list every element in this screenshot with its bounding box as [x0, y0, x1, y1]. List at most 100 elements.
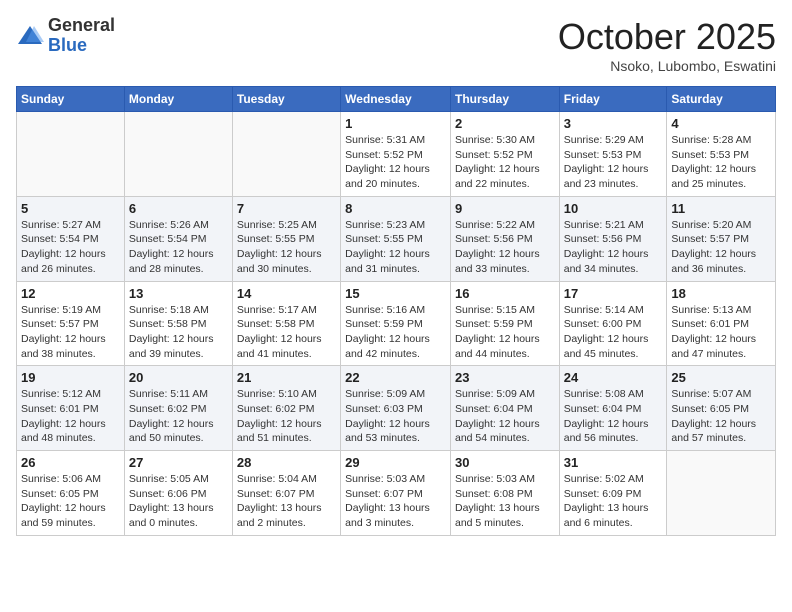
- day-info: Sunrise: 5:23 AMSunset: 5:55 PMDaylight:…: [345, 218, 446, 277]
- day-number: 5: [21, 201, 120, 216]
- day-number: 9: [455, 201, 555, 216]
- calendar-cell: [232, 112, 340, 197]
- day-number: 31: [564, 455, 663, 470]
- day-info: Sunrise: 5:29 AMSunset: 5:53 PMDaylight:…: [564, 133, 663, 192]
- day-number: 23: [455, 370, 555, 385]
- calendar-cell: [667, 451, 776, 536]
- calendar-cell: [124, 112, 232, 197]
- day-info: Sunrise: 5:02 AMSunset: 6:09 PMDaylight:…: [564, 472, 663, 531]
- day-number: 4: [671, 116, 771, 131]
- day-number: 10: [564, 201, 663, 216]
- day-number: 2: [455, 116, 555, 131]
- day-info: Sunrise: 5:11 AMSunset: 6:02 PMDaylight:…: [129, 387, 228, 446]
- day-info: Sunrise: 5:03 AMSunset: 6:08 PMDaylight:…: [455, 472, 555, 531]
- logo-icon: [16, 22, 44, 50]
- day-number: 16: [455, 286, 555, 301]
- calendar-cell: [17, 112, 125, 197]
- calendar-week-3: 12Sunrise: 5:19 AMSunset: 5:57 PMDayligh…: [17, 281, 776, 366]
- calendar-cell: 21Sunrise: 5:10 AMSunset: 6:02 PMDayligh…: [232, 366, 340, 451]
- calendar-week-5: 26Sunrise: 5:06 AMSunset: 6:05 PMDayligh…: [17, 451, 776, 536]
- calendar-cell: 17 Sunrise: 5:14 AMSunset: 6:00 PMDayligh…: [559, 281, 667, 366]
- day-info: Sunrise: 5:05 AMSunset: 6:06 PMDaylight:…: [129, 472, 228, 531]
- title-block: October 2025 Nsoko, Lubombo, Eswatini: [558, 16, 776, 74]
- day-info: Sunrise: 5:22 AMSunset: 5:56 PMDaylight:…: [455, 218, 555, 277]
- day-number: 27: [129, 455, 228, 470]
- location: Nsoko, Lubombo, Eswatini: [558, 58, 776, 74]
- day-number: 25: [671, 370, 771, 385]
- day-number: 18: [671, 286, 771, 301]
- header-tuesday: Tuesday: [232, 87, 340, 112]
- calendar-cell: 7Sunrise: 5:25 AMSunset: 5:55 PMDaylight…: [232, 196, 340, 281]
- calendar-cell: 25 Sunrise: 5:07 AMSunset: 6:05 PMDayligh…: [667, 366, 776, 451]
- day-info: Sunrise: 5:03 AMSunset: 6:07 PMDaylight:…: [345, 472, 446, 531]
- day-info: Sunrise: 5:16 AMSunset: 5:59 PMDaylight:…: [345, 303, 446, 362]
- calendar-week-2: 5 Sunrise: 5:27 AMSunset: 5:54 PMDaylight…: [17, 196, 776, 281]
- header-friday: Friday: [559, 87, 667, 112]
- logo-blue: Blue: [48, 36, 115, 56]
- calendar-cell: 23Sunrise: 5:09 AMSunset: 6:04 PMDayligh…: [450, 366, 559, 451]
- day-number: 15: [345, 286, 446, 301]
- day-info: Sunrise: 5:21 AMSunset: 5:56 PMDaylight:…: [564, 218, 663, 277]
- day-number: 24: [564, 370, 663, 385]
- logo-text: General Blue: [48, 16, 115, 56]
- page-header: General Blue October 2025 Nsoko, Lubombo…: [16, 16, 776, 74]
- day-number: 14: [237, 286, 336, 301]
- day-number: 28: [237, 455, 336, 470]
- day-info: Sunrise: 5:20 AMSunset: 5:57 PMDaylight:…: [671, 218, 771, 277]
- calendar-cell: 12Sunrise: 5:19 AMSunset: 5:57 PMDayligh…: [17, 281, 125, 366]
- calendar-cell: 26Sunrise: 5:06 AMSunset: 6:05 PMDayligh…: [17, 451, 125, 536]
- day-info: Sunrise: 5:07 AMSunset: 6:05 PMDaylight:…: [671, 387, 771, 446]
- calendar-cell: 22 Sunrise: 5:09 AMSunset: 6:03 PMDayligh…: [341, 366, 451, 451]
- header-wednesday: Wednesday: [341, 87, 451, 112]
- day-info: Sunrise: 5:08 AMSunset: 6:04 PMDaylight:…: [564, 387, 663, 446]
- calendar-week-1: 1 Sunrise: 5:31 AMSunset: 5:52 PMDaylight…: [17, 112, 776, 197]
- calendar-cell: 29 Sunrise: 5:03 AMSunset: 6:07 PMDayligh…: [341, 451, 451, 536]
- calendar-cell: 16 Sunrise: 5:15 AMSunset: 5:59 PMDayligh…: [450, 281, 559, 366]
- day-number: 26: [21, 455, 120, 470]
- header-thursday: Thursday: [450, 87, 559, 112]
- calendar-cell: 9 Sunrise: 5:22 AMSunset: 5:56 PMDaylight…: [450, 196, 559, 281]
- day-number: 22: [345, 370, 446, 385]
- calendar-cell: 20Sunrise: 5:11 AMSunset: 6:02 PMDayligh…: [124, 366, 232, 451]
- day-info: Sunrise: 5:14 AMSunset: 6:00 PMDaylight:…: [564, 303, 663, 362]
- calendar-cell: 19Sunrise: 5:12 AMSunset: 6:01 PMDayligh…: [17, 366, 125, 451]
- logo-general: General: [48, 16, 115, 36]
- calendar-cell: 24 Sunrise: 5:08 AMSunset: 6:04 PMDayligh…: [559, 366, 667, 451]
- calendar-cell: 15 Sunrise: 5:16 AMSunset: 5:59 PMDayligh…: [341, 281, 451, 366]
- header-saturday: Saturday: [667, 87, 776, 112]
- day-number: 17: [564, 286, 663, 301]
- calendar-cell: 28 Sunrise: 5:04 AMSunset: 6:07 PMDayligh…: [232, 451, 340, 536]
- day-info: Sunrise: 5:17 AMSunset: 5:58 PMDaylight:…: [237, 303, 336, 362]
- day-info: Sunrise: 5:09 AMSunset: 6:03 PMDaylight:…: [345, 387, 446, 446]
- calendar-cell: 18 Sunrise: 5:13 AMSunset: 6:01 PMDayligh…: [667, 281, 776, 366]
- calendar-cell: 11 Sunrise: 5:20 AMSunset: 5:57 PMDayligh…: [667, 196, 776, 281]
- calendar-week-4: 19Sunrise: 5:12 AMSunset: 6:01 PMDayligh…: [17, 366, 776, 451]
- header-sunday: Sunday: [17, 87, 125, 112]
- day-info: Sunrise: 5:18 AMSunset: 5:58 PMDaylight:…: [129, 303, 228, 362]
- day-info: Sunrise: 5:04 AMSunset: 6:07 PMDaylight:…: [237, 472, 336, 531]
- header-monday: Monday: [124, 87, 232, 112]
- day-number: 11: [671, 201, 771, 216]
- day-info: Sunrise: 5:27 AMSunset: 5:54 PMDaylight:…: [21, 218, 120, 277]
- day-info: Sunrise: 5:13 AMSunset: 6:01 PMDaylight:…: [671, 303, 771, 362]
- day-info: Sunrise: 5:26 AMSunset: 5:54 PMDaylight:…: [129, 218, 228, 277]
- calendar-cell: 6Sunrise: 5:26 AMSunset: 5:54 PMDaylight…: [124, 196, 232, 281]
- logo: General Blue: [16, 16, 115, 56]
- calendar-cell: 4 Sunrise: 5:28 AMSunset: 5:53 PMDaylight…: [667, 112, 776, 197]
- day-number: 12: [21, 286, 120, 301]
- day-info: Sunrise: 5:15 AMSunset: 5:59 PMDaylight:…: [455, 303, 555, 362]
- day-number: 3: [564, 116, 663, 131]
- month-title: October 2025: [558, 16, 776, 58]
- calendar-cell: 31 Sunrise: 5:02 AMSunset: 6:09 PMDayligh…: [559, 451, 667, 536]
- day-number: 1: [345, 116, 446, 131]
- day-info: Sunrise: 5:10 AMSunset: 6:02 PMDaylight:…: [237, 387, 336, 446]
- day-number: 29: [345, 455, 446, 470]
- day-info: Sunrise: 5:30 AMSunset: 5:52 PMDaylight:…: [455, 133, 555, 192]
- day-number: 19: [21, 370, 120, 385]
- calendar-cell: 8Sunrise: 5:23 AMSunset: 5:55 PMDaylight…: [341, 196, 451, 281]
- calendar-cell: 30Sunrise: 5:03 AMSunset: 6:08 PMDayligh…: [450, 451, 559, 536]
- day-info: Sunrise: 5:31 AMSunset: 5:52 PMDaylight:…: [345, 133, 446, 192]
- day-info: Sunrise: 5:28 AMSunset: 5:53 PMDaylight:…: [671, 133, 771, 192]
- calendar-cell: 3 Sunrise: 5:29 AMSunset: 5:53 PMDaylight…: [559, 112, 667, 197]
- calendar-cell: 13Sunrise: 5:18 AMSunset: 5:58 PMDayligh…: [124, 281, 232, 366]
